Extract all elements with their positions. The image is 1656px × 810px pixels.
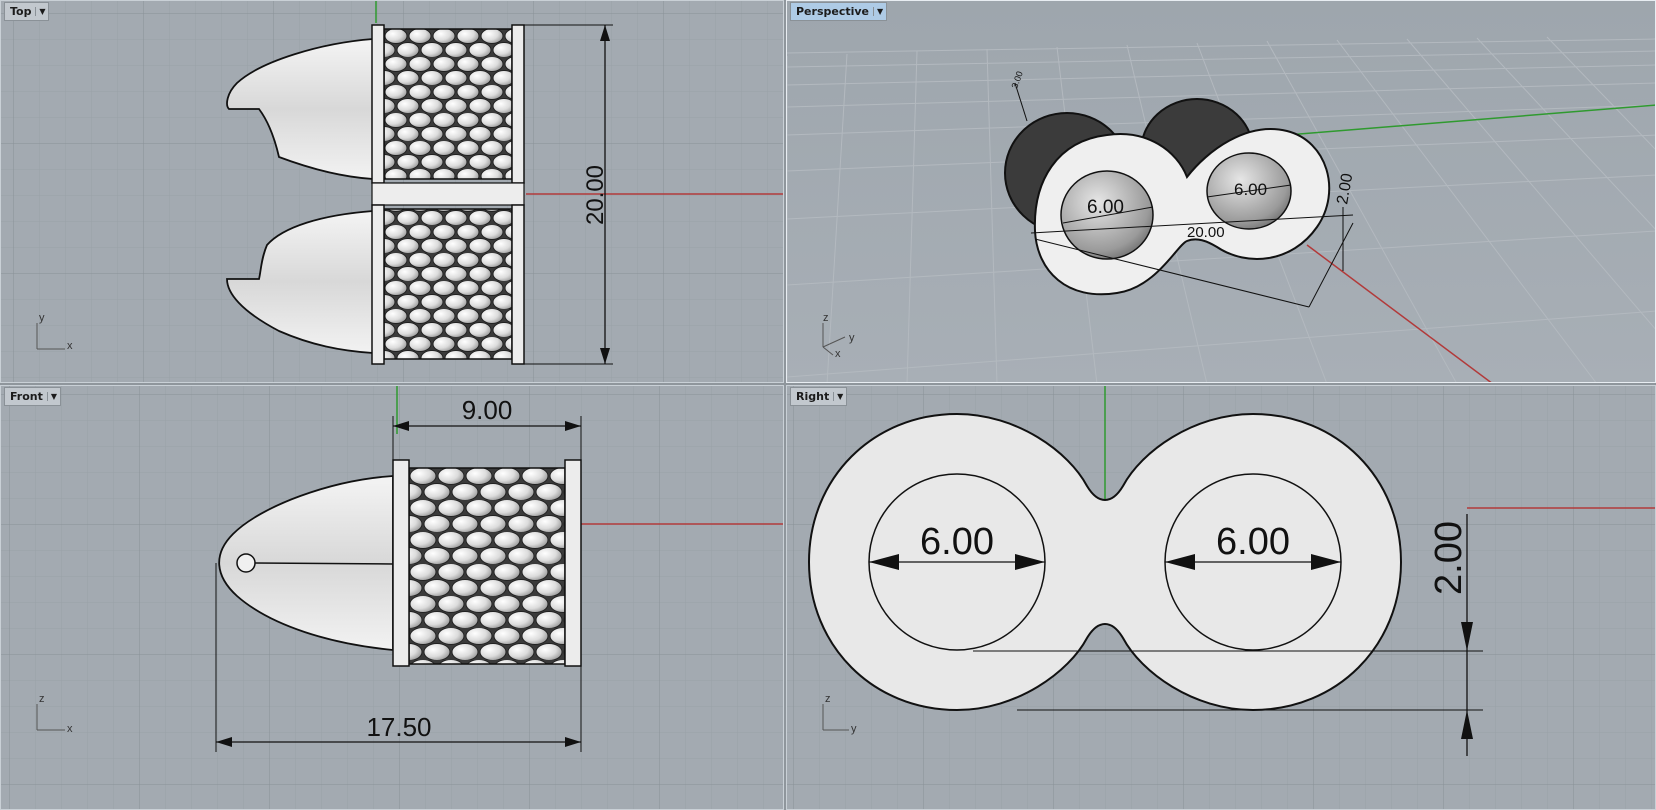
svg-text:6.00: 6.00: [1216, 521, 1290, 563]
viewport-front-canvas[interactable]: 9.00 17.50 z x: [1, 386, 784, 810]
pin-hole: [236, 553, 256, 573]
viewport-perspective[interactable]: Perspective ▼ 6.00 6.00 20.00 2.00 3.00 …: [786, 0, 1656, 383]
viewport-front[interactable]: Front ▼ 9.00 17.50 z x: [0, 385, 784, 810]
svg-text:9.00: 9.00: [462, 395, 513, 425]
sleeve-gap: [371, 182, 525, 206]
svg-text:2.00: 2.00: [1428, 521, 1470, 595]
viewport-perspective-tab[interactable]: Perspective ▼: [790, 2, 888, 21]
viewport-right-canvas[interactable]: 6.00 6.00 2.00 z y: [787, 386, 1656, 810]
viewport-perspective-canvas[interactable]: 6.00 6.00 20.00 2.00 3.00 z y x: [787, 1, 1656, 383]
svg-text:z: z: [39, 693, 45, 705]
viewport-top-canvas[interactable]: 20.00 y x: [1, 1, 784, 383]
dim-width: 20.00: [1187, 224, 1225, 241]
svg-text:y: y: [39, 312, 45, 324]
viewport-top-tab[interactable]: Top ▼: [4, 2, 50, 21]
dropdown-arrow-icon[interactable]: ▼: [873, 7, 886, 16]
dropdown-arrow-icon[interactable]: ▼: [35, 7, 48, 16]
svg-text:z: z: [823, 312, 829, 324]
svg-text:x: x: [835, 348, 841, 360]
viewport-perspective-title: Perspective: [796, 5, 870, 18]
sleeve-upper: [371, 24, 525, 184]
svg-text:x: x: [67, 340, 73, 352]
sleeve-lower: [371, 204, 525, 365]
dropdown-arrow-icon[interactable]: ▼: [833, 392, 846, 401]
viewport-top[interactable]: Top ▼ 20.00 y x: [0, 0, 784, 383]
viewport-right-title: Right: [796, 390, 830, 403]
svg-text:z: z: [825, 693, 831, 705]
svg-text:6.00: 6.00: [920, 521, 994, 563]
viewport-front-title: Front: [10, 390, 43, 403]
svg-text:y: y: [849, 332, 855, 344]
dim-hole-left: 6.00: [1087, 197, 1124, 218]
viewport-top-title: Top: [10, 5, 32, 18]
dim-hole-right: 6.00: [1234, 180, 1267, 199]
svg-text:y: y: [851, 723, 857, 735]
dropdown-arrow-icon[interactable]: ▼: [46, 392, 60, 401]
sleeve: [392, 459, 582, 667]
svg-text:17.50: 17.50: [366, 712, 431, 742]
dimension-text: 20.00: [582, 165, 609, 225]
svg-text:x: x: [67, 723, 73, 735]
viewport-front-tab[interactable]: Front ▼: [4, 387, 61, 406]
viewport-right[interactable]: Right ▼ 6.00 6.00 2.00 z y: [786, 385, 1656, 810]
viewport-right-tab[interactable]: Right ▼: [790, 387, 848, 406]
